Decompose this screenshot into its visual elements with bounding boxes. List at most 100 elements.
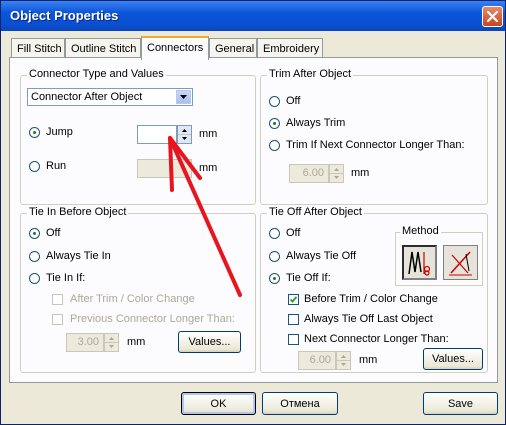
always-tie-off-last-label: Always Tie Off Last Object [304, 313, 433, 325]
run-label: Run [46, 160, 67, 172]
after-trim-label: After Trim / Color Change [70, 293, 195, 305]
tie-in-if-radio[interactable] [29, 273, 40, 284]
radio-dot [33, 131, 36, 134]
dialog-window: Object Properties Fill Stitch Outline St… [0, 0, 506, 425]
tie-in-off-radio[interactable] [29, 228, 40, 239]
tie-off-length-input[interactable]: 6.00 [298, 351, 336, 370]
before-trim-label: Before Trim / Color Change [304, 293, 438, 305]
close-icon [486, 10, 499, 23]
spin-up-arrow[interactable] [178, 126, 191, 135]
tie-in-length-input[interactable]: 3.00 [66, 333, 104, 352]
window-title: Object Properties [10, 8, 119, 23]
trim-spinner[interactable] [329, 164, 344, 183]
connector-type-group: Connector Type and Values Connector Afte… [20, 68, 256, 205]
tab-panel-connectors: Connector Type and Values Connector Afte… [9, 57, 498, 383]
tie-in-if-label: Tie In If: [46, 272, 86, 284]
save-button[interactable]: Save [423, 392, 498, 415]
spin-down-arrow[interactable] [178, 135, 191, 144]
chevron-down-icon [334, 175, 339, 179]
tab-fill-stitch[interactable]: Fill Stitch [11, 38, 65, 58]
tie-in-spinner[interactable] [104, 333, 119, 352]
tie-off-if-radio[interactable] [269, 273, 280, 284]
tab-embroidery[interactable]: Embroidery [257, 38, 323, 58]
always-trim-radio[interactable] [269, 118, 280, 129]
spin-up-arrow[interactable] [105, 334, 118, 343]
always-tie-off-radio[interactable] [269, 251, 280, 262]
connector-type-select[interactable]: Connector After Object [27, 88, 193, 106]
tab-label: Outline Stitch [71, 43, 137, 55]
tab-general[interactable]: General [209, 38, 257, 58]
select-value: Connector After Object [31, 91, 143, 103]
spin-up-arrow[interactable] [337, 352, 350, 361]
chevron-down-icon [182, 136, 187, 140]
trim-after-object-group: Trim After Object Off Always Trim Trim I… [260, 68, 488, 205]
cancel-button[interactable]: Отмена [262, 392, 338, 415]
close-button[interactable] [482, 6, 503, 27]
jump-spinner[interactable] [177, 125, 192, 144]
previous-connector-checkbox[interactable] [52, 314, 63, 325]
spin-up-arrow[interactable] [330, 165, 343, 174]
before-trim-checkbox[interactable] [288, 294, 299, 305]
chevron-up-icon [341, 355, 346, 358]
button-label: Values... [432, 353, 474, 365]
method-group: Method [395, 225, 483, 286]
button-label: Values... [188, 336, 231, 348]
trim-if-radio[interactable] [269, 140, 280, 151]
tie-off-after-object-group: Tie Off After Object Off Always Tie Off … [260, 206, 488, 373]
always-tie-off-label: Always Tie Off [286, 250, 357, 262]
input-value: 6.00 [302, 167, 324, 179]
tab-connectors[interactable]: Connectors [141, 36, 209, 60]
jump-label: Jump [46, 126, 73, 138]
group-legend: Connector Type and Values [27, 68, 166, 80]
run-radio[interactable] [29, 161, 40, 172]
tie-in-values-button[interactable]: Values... [178, 331, 241, 353]
after-trim-checkbox[interactable] [52, 294, 63, 305]
next-connector-checkbox[interactable] [288, 334, 299, 345]
tie-off-unit: mm [359, 354, 378, 366]
spin-down-arrow[interactable] [105, 343, 118, 352]
title-bar: Object Properties [1, 1, 505, 31]
dropdown-arrow[interactable] [176, 90, 191, 104]
tie-off-off-label: Off [286, 227, 301, 239]
jump-radio[interactable] [29, 127, 40, 138]
group-legend: Tie In Before Object [27, 206, 129, 218]
run-length-input[interactable] [137, 159, 192, 178]
tab-label: General [215, 43, 255, 55]
tie-off-spinner[interactable] [336, 351, 351, 370]
trim-off-radio[interactable] [269, 96, 280, 107]
ok-button[interactable]: OK [181, 392, 256, 415]
tab-outline-stitch[interactable]: Outline Stitch [65, 38, 141, 58]
trim-unit: mm [351, 167, 370, 179]
tie-off-method-2-button[interactable] [443, 245, 478, 280]
tie-off-method-1-button[interactable] [402, 245, 437, 280]
button-label: Save [447, 398, 474, 410]
previous-connector-label: Previous Connector Longer Than: [70, 313, 235, 325]
always-tie-in-label: Always Tie In [46, 250, 111, 262]
chevron-down-icon [109, 344, 114, 348]
always-tie-off-last-checkbox[interactable] [288, 314, 299, 325]
tie-in-unit: mm [127, 336, 146, 348]
chevron-up-icon [182, 129, 187, 132]
radio-dot [273, 277, 276, 280]
tie-off-values-button[interactable]: Values... [423, 348, 483, 370]
always-trim-label: Always Trim [286, 117, 346, 129]
checkmark-icon [289, 296, 298, 303]
spin-down-arrow[interactable] [330, 174, 343, 183]
always-tie-in-radio[interactable] [29, 251, 40, 262]
tab-label: Connectors [147, 42, 204, 54]
trim-length-input[interactable]: 6.00 [289, 164, 329, 183]
next-connector-label: Next Connector Longer Than: [304, 333, 449, 345]
tie-off-off-radio[interactable] [269, 228, 280, 239]
chevron-up-icon [334, 168, 339, 171]
radio-dot [273, 122, 276, 125]
spin-down-arrow[interactable] [337, 361, 350, 370]
jump-length-input[interactable] [137, 125, 177, 144]
input-value: 6.00 [309, 354, 331, 366]
tab-label: Fill Stitch [17, 43, 62, 55]
tie-off-if-label: Tie Off If: [286, 272, 331, 284]
run-unit: mm [199, 162, 218, 174]
stitch-cross-icon [449, 251, 472, 276]
input-value: 3.00 [77, 336, 99, 348]
button-label: Отмена [280, 398, 320, 410]
method-legend: Method [400, 225, 441, 237]
